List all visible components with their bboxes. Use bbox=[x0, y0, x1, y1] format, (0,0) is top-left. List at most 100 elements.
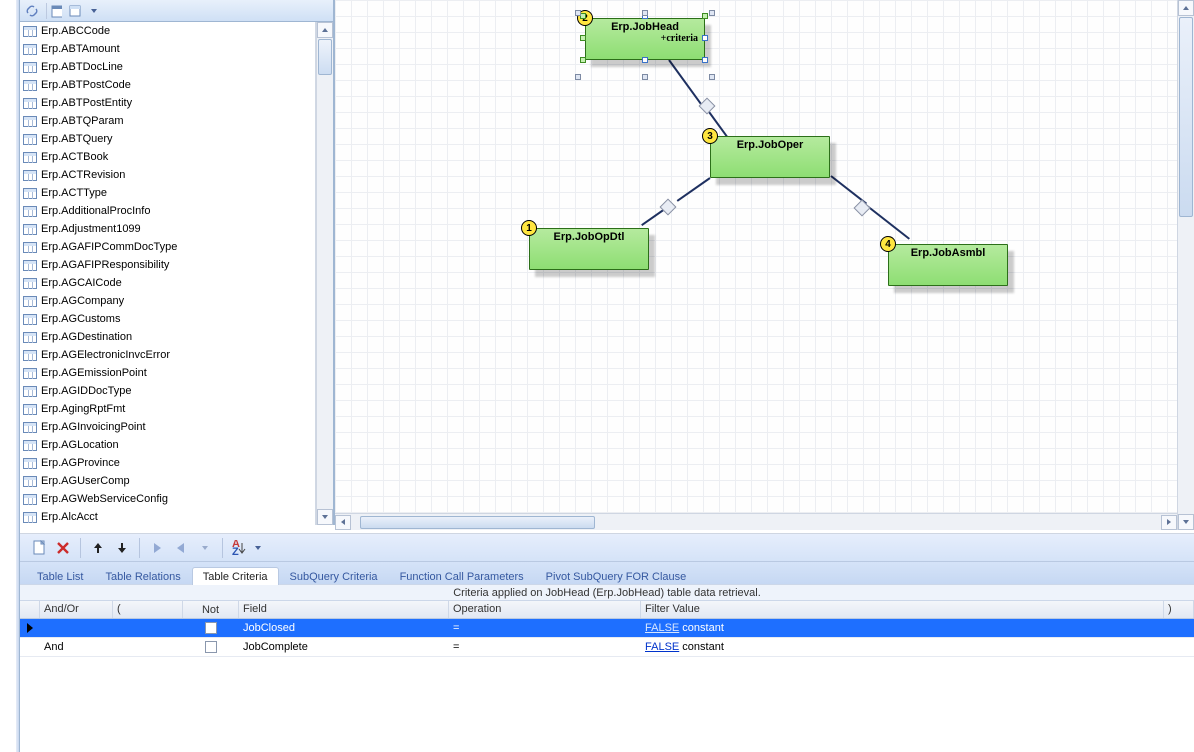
table-list-item[interactable]: Erp.AGCustoms bbox=[20, 310, 315, 328]
node-body[interactable]: Erp.JobHead+criteria bbox=[585, 18, 705, 60]
table-list-scrollbar[interactable] bbox=[316, 22, 333, 525]
table-list-item[interactable]: Erp.AGProvince bbox=[20, 454, 315, 472]
cell-operation[interactable]: = bbox=[449, 620, 641, 636]
vscroll-track[interactable] bbox=[1179, 17, 1193, 513]
cell-operation[interactable]: = bbox=[449, 639, 641, 655]
selection-handle-outer[interactable] bbox=[709, 74, 715, 80]
cell-not[interactable] bbox=[183, 639, 239, 655]
selection-handle-outer[interactable] bbox=[709, 10, 715, 16]
new-button[interactable] bbox=[28, 537, 50, 559]
tab-table-relations[interactable]: Table Relations bbox=[94, 567, 191, 585]
selection-handle-outer[interactable] bbox=[575, 74, 581, 80]
criteria-row[interactable]: JobClosed=FALSE constant bbox=[20, 619, 1194, 638]
diagram-node-jobasmbl[interactable]: Erp.JobAsmbl4 bbox=[888, 244, 1008, 286]
move-up-button[interactable] bbox=[87, 537, 109, 559]
hscroll-right-button[interactable] bbox=[1161, 515, 1177, 530]
hscroll-left-button[interactable] bbox=[335, 515, 351, 530]
col-paren-open[interactable]: ( bbox=[113, 601, 183, 618]
canvas-vscrollbar[interactable] bbox=[1177, 0, 1194, 530]
table-list-item[interactable]: Erp.AlcAcct bbox=[20, 508, 315, 525]
sort-button[interactable]: AZ bbox=[229, 537, 251, 559]
table-list-item[interactable]: Erp.ACTType bbox=[20, 184, 315, 202]
table-list-item[interactable]: Erp.AGAFIPResponsibility bbox=[20, 256, 315, 274]
not-checkbox[interactable] bbox=[205, 622, 217, 634]
selection-handle[interactable] bbox=[580, 35, 586, 41]
diagram-node-jobopdtl[interactable]: Erp.JobOpDtl1 bbox=[529, 228, 649, 270]
link-handle-1[interactable] bbox=[699, 98, 716, 115]
node-body[interactable]: Erp.JobOper bbox=[710, 136, 830, 178]
delete-button[interactable] bbox=[52, 537, 74, 559]
table-list-item[interactable]: Erp.AGEmissionPoint bbox=[20, 364, 315, 382]
scroll-track[interactable] bbox=[318, 39, 332, 508]
selection-handle[interactable] bbox=[702, 35, 708, 41]
cell-paren-close[interactable] bbox=[1164, 645, 1194, 649]
cell-filter-value[interactable]: FALSE constant bbox=[641, 620, 1164, 636]
table-list-item[interactable]: Erp.ACTRevision bbox=[20, 166, 315, 184]
cell-not[interactable] bbox=[183, 620, 239, 636]
selection-handle[interactable] bbox=[580, 57, 586, 63]
scroll-thumb[interactable] bbox=[318, 39, 332, 75]
selection-handle-outer[interactable] bbox=[575, 10, 581, 16]
cell-field[interactable]: JobComplete bbox=[239, 639, 449, 655]
table-list-item[interactable]: Erp.ABTPostCode bbox=[20, 76, 315, 94]
scroll-down-button[interactable] bbox=[317, 509, 333, 525]
cell-andor[interactable] bbox=[40, 626, 113, 630]
table-list-item[interactable]: Erp.ABTAmount bbox=[20, 40, 315, 58]
col-operation[interactable]: Operation bbox=[449, 601, 641, 618]
col-filter-value[interactable]: Filter Value bbox=[641, 601, 1164, 618]
cell-paren-open[interactable] bbox=[113, 645, 183, 649]
table-list-item[interactable]: Erp.AGElectronicInvcError bbox=[20, 346, 315, 364]
selection-handle[interactable] bbox=[642, 57, 648, 63]
table-list-item[interactable]: Erp.AgingRptFmt bbox=[20, 400, 315, 418]
table-list-item[interactable]: Erp.AGInvoicingPoint bbox=[20, 418, 315, 436]
col-field[interactable]: Field bbox=[239, 601, 449, 618]
hscroll-thumb[interactable] bbox=[360, 516, 595, 529]
cell-paren-open[interactable] bbox=[113, 626, 183, 630]
cell-andor[interactable]: And bbox=[40, 639, 113, 655]
selection-handle-outer[interactable] bbox=[642, 10, 648, 16]
tab-pivot-subquery-for-clause[interactable]: Pivot SubQuery FOR Clause bbox=[535, 567, 698, 585]
cell-field[interactable]: JobClosed bbox=[239, 620, 449, 636]
table-list-item[interactable]: Erp.AGIDDocType bbox=[20, 382, 315, 400]
vscroll-up-button[interactable] bbox=[1178, 0, 1194, 16]
col-andor[interactable]: And/Or bbox=[40, 601, 113, 618]
scroll-up-button[interactable] bbox=[317, 22, 333, 38]
filter-value-link[interactable]: FALSE bbox=[645, 641, 679, 653]
selection-handle[interactable] bbox=[702, 57, 708, 63]
play-back-button[interactable] bbox=[170, 537, 192, 559]
table-list[interactable]: Erp.ABCCodeErp.ABTAmountErp.ABTDocLineEr… bbox=[20, 22, 316, 525]
play-button[interactable] bbox=[146, 537, 168, 559]
col-not[interactable]: Not bbox=[183, 601, 239, 618]
table-list-item[interactable]: Erp.ABCCode bbox=[20, 22, 315, 40]
tab-table-list[interactable]: Table List bbox=[26, 567, 94, 585]
canvas-hscrollbar[interactable] bbox=[335, 513, 1177, 530]
table-view-icon[interactable] bbox=[68, 3, 84, 19]
cell-paren-close[interactable] bbox=[1164, 626, 1194, 630]
table-list-item[interactable]: Erp.AGLocation bbox=[20, 436, 315, 454]
sort-dropdown-icon[interactable] bbox=[253, 537, 263, 559]
link-handle-3[interactable] bbox=[854, 200, 871, 217]
table-list-item[interactable]: Erp.AGUserComp bbox=[20, 472, 315, 490]
link-icon[interactable] bbox=[24, 3, 40, 19]
table-list-item[interactable]: Erp.AGWebServiceConfig bbox=[20, 490, 315, 508]
play-dropdown-icon[interactable] bbox=[194, 537, 216, 559]
not-checkbox[interactable] bbox=[205, 641, 217, 653]
diagram-node-jobhead[interactable]: Erp.JobHead+criteria2 bbox=[585, 18, 705, 60]
table-list-item[interactable]: Erp.ABTPostEntity bbox=[20, 94, 315, 112]
move-down-button[interactable] bbox=[111, 537, 133, 559]
link-handle-2[interactable] bbox=[660, 199, 677, 216]
table-list-item[interactable]: Erp.AGCAICode bbox=[20, 274, 315, 292]
vscroll-down-button[interactable] bbox=[1178, 514, 1194, 530]
selection-handle-outer[interactable] bbox=[642, 74, 648, 80]
diagram-canvas[interactable]: Erp.JobHead+criteria2Erp.JobOper3Erp.Job… bbox=[335, 0, 1177, 513]
tab-function-call-parameters[interactable]: Function Call Parameters bbox=[389, 567, 535, 585]
criteria-grid-body[interactable]: JobClosed=FALSE constantAndJobComplete=F… bbox=[20, 619, 1194, 657]
table-list-item[interactable]: Erp.AGAFIPCommDocType bbox=[20, 238, 315, 256]
calendar-icon[interactable] bbox=[46, 3, 62, 19]
node-body[interactable]: Erp.JobOpDtl bbox=[529, 228, 649, 270]
tab-subquery-criteria[interactable]: SubQuery Criteria bbox=[279, 567, 389, 585]
tab-table-criteria[interactable]: Table Criteria bbox=[192, 567, 279, 585]
vscroll-thumb[interactable] bbox=[1179, 17, 1193, 217]
hscroll-track[interactable] bbox=[351, 515, 1161, 530]
col-paren-close[interactable]: ) bbox=[1164, 601, 1194, 618]
